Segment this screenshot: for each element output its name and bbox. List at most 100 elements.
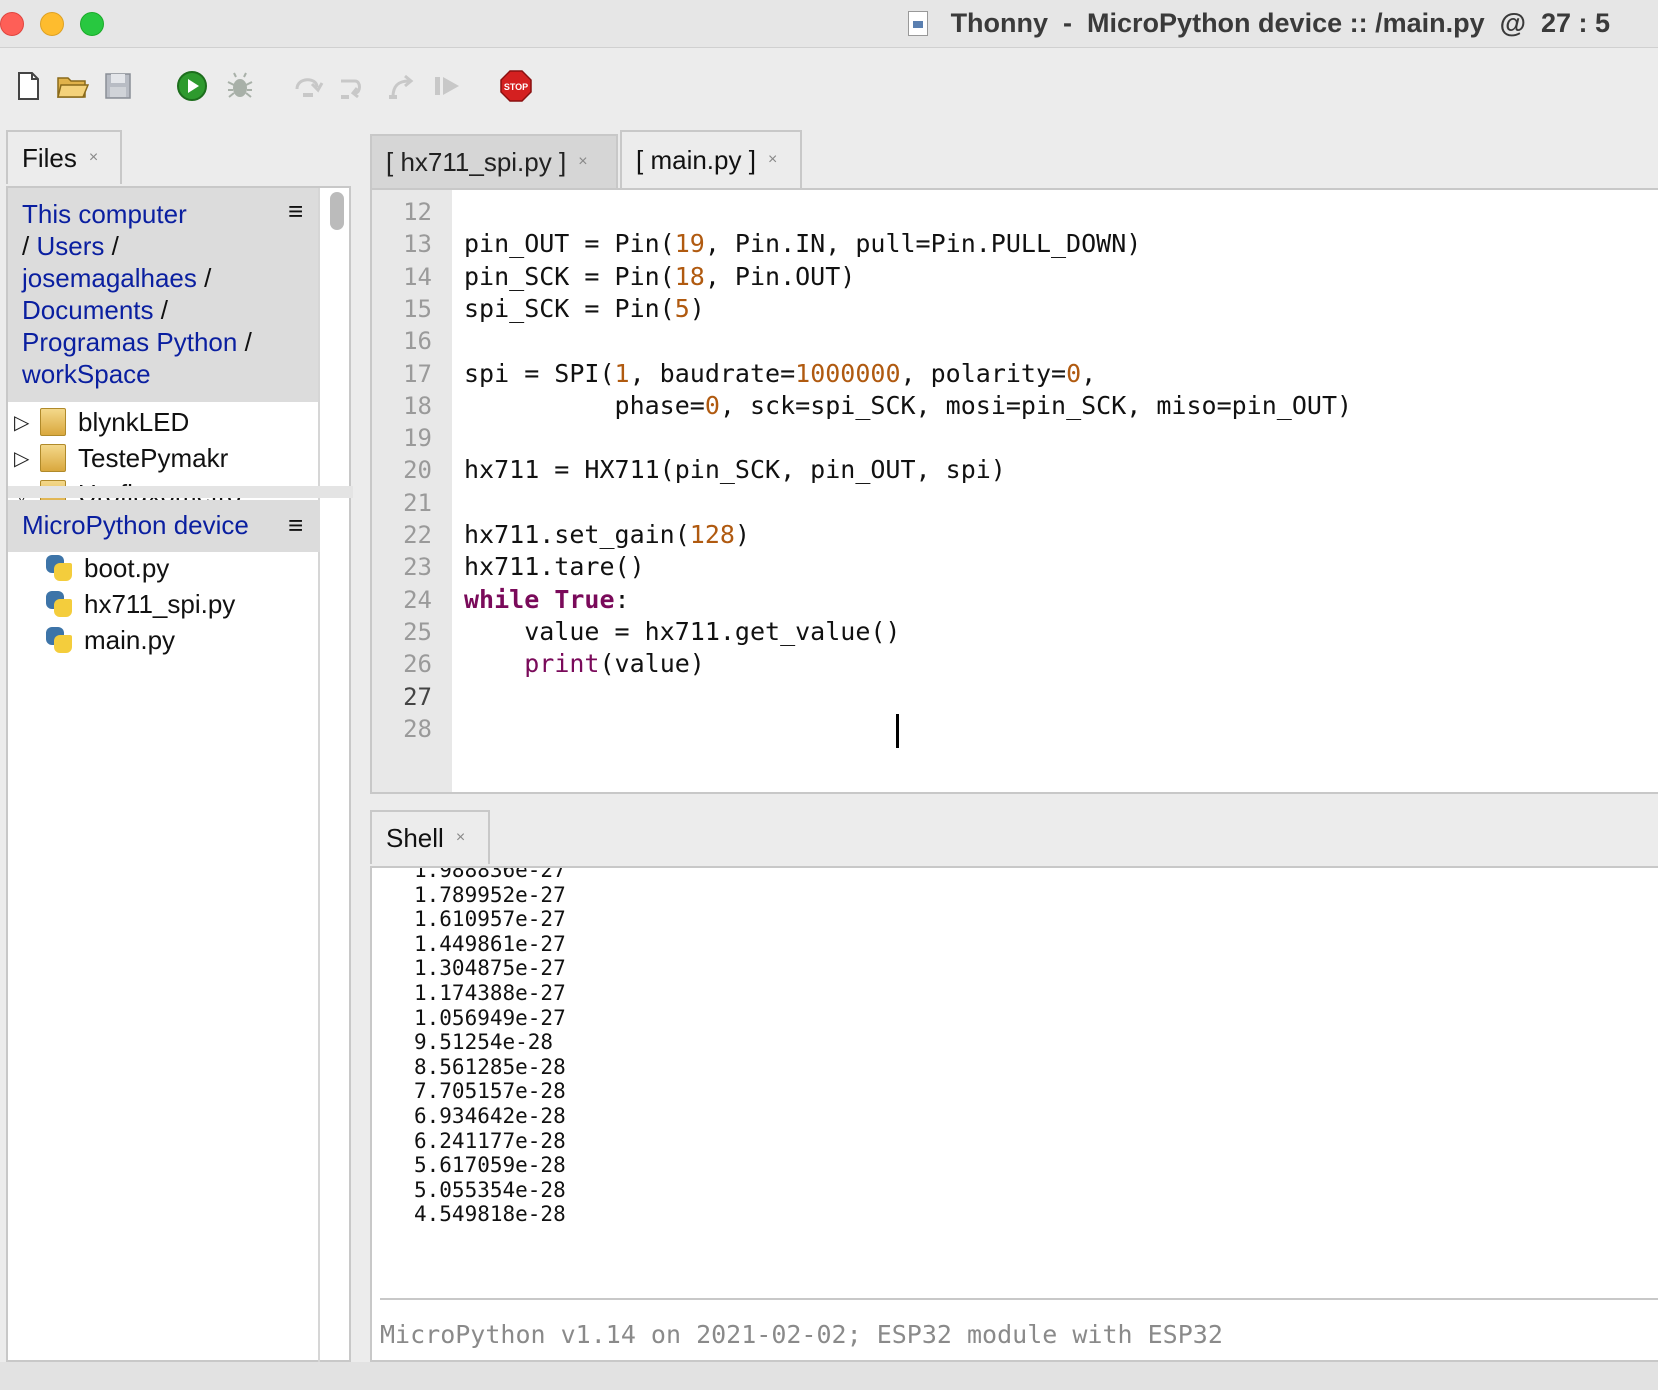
- close-icon[interactable]: ×: [578, 153, 587, 171]
- tab-files-label: Files: [22, 142, 77, 173]
- title-bar: Thonny - MicroPython device :: /main.py …: [0, 0, 1658, 48]
- maximize-window-button[interactable]: [80, 12, 104, 36]
- device-menu-icon[interactable]: ≡: [288, 510, 303, 541]
- minimize-window-button[interactable]: [40, 12, 64, 36]
- tab-label: Shell: [386, 822, 444, 853]
- line-number: 14: [403, 262, 432, 291]
- run-icon: [177, 71, 207, 101]
- code-line: pin_OUT = Pin(19, Pin.IN, pull=Pin.PULL_…: [464, 229, 1142, 259]
- breadcrumb-this-computer[interactable]: This computer: [22, 199, 187, 229]
- file-label: hx711_spi.py: [84, 588, 236, 619]
- tab-main[interactable]: [ main.py ] ×: [620, 130, 802, 188]
- breadcrumb-josemagalhaes[interactable]: josemagalhaes: [22, 263, 197, 293]
- editor-tab-bar: [ hx711_spi.py ] × [ main.py ] ×: [370, 130, 1658, 188]
- save-icon: [105, 73, 131, 99]
- stop-icon: STOP: [500, 70, 532, 102]
- stop-button[interactable]: STOP: [498, 68, 534, 104]
- line-number: 28: [403, 714, 432, 743]
- line-number: 25: [403, 617, 432, 646]
- tab-label: [ main.py ]: [636, 144, 756, 175]
- line-number: 23: [403, 553, 432, 582]
- open-file-button[interactable]: [54, 68, 90, 104]
- resume-button[interactable]: [430, 68, 466, 104]
- debug-button[interactable]: [222, 68, 258, 104]
- tree-item-label: TestePymakr: [78, 442, 229, 473]
- thonny-window: Thonny - MicroPython device :: /main.py …: [0, 0, 1658, 1390]
- shell-output-line: 7.705157e-28: [414, 1079, 566, 1104]
- close-icon[interactable]: ×: [768, 151, 777, 169]
- window-title: Thonny - MicroPython device :: /main.py …: [950, 8, 1610, 38]
- device-file-boot[interactable]: boot.py: [8, 550, 169, 586]
- breadcrumb-workspace[interactable]: workSpace: [22, 359, 151, 389]
- expand-arrow-icon[interactable]: ▷: [14, 410, 30, 435]
- files-scrollbar[interactable]: [330, 192, 344, 230]
- code-line: phase=0, sck=spi_SCK, mosi=pin_SCK, miso…: [464, 390, 1353, 420]
- close-window-button[interactable]: [0, 12, 24, 36]
- new-file-button[interactable]: [10, 68, 46, 104]
- line-number: 20: [403, 456, 432, 485]
- tree-item-blynkled[interactable]: ▷ blynkLED: [8, 404, 189, 440]
- shell-separator: [380, 1298, 1658, 1300]
- run-button[interactable]: [174, 68, 210, 104]
- tab-label: [ hx711_spi.py ]: [386, 146, 567, 177]
- shell-output-line: 9.51254e-28: [414, 1030, 554, 1055]
- shell-output-line: 1.789952e-27: [414, 882, 566, 907]
- shell-output-line: 4.549818e-28: [414, 1202, 566, 1227]
- line-number: 24: [403, 585, 432, 614]
- open-folder-icon: [57, 77, 89, 98]
- device-file-hx711-spi[interactable]: hx711_spi.py: [8, 586, 235, 622]
- step-into-button[interactable]: [336, 68, 372, 104]
- step-over-button[interactable]: [290, 68, 326, 104]
- pane-splitter[interactable]: [8, 486, 353, 498]
- close-icon[interactable]: ×: [89, 149, 98, 167]
- step-out-button[interactable]: [384, 68, 420, 104]
- python-file-icon: [44, 553, 74, 583]
- code-line: spi = SPI(1, baudrate=1000000, polarity=…: [464, 358, 1097, 388]
- code-line: hx711 = HX711(pin_SCK, pin_OUT, spi): [464, 455, 1006, 485]
- shell-output-line: 5.055354e-28: [414, 1177, 566, 1202]
- line-number: 19: [403, 424, 432, 453]
- folder-icon: [40, 444, 66, 472]
- code-editor[interactable]: 12 13 pin_OUT = Pin(19, Pin.IN, pull=Pin.P…: [370, 188, 1658, 794]
- breadcrumb-users[interactable]: Users: [36, 231, 104, 261]
- resume-icon: [435, 77, 459, 95]
- tab-files[interactable]: Files ×: [6, 130, 122, 184]
- code-line: print(value): [524, 649, 705, 679]
- local-path-breadcrumb: This computer / Users / josemagalhaes / …: [8, 188, 320, 402]
- save-button[interactable]: [100, 68, 136, 104]
- shell-output-line: 1.449861e-27: [414, 931, 566, 956]
- line-number: 26: [403, 650, 432, 679]
- tab-shell[interactable]: Shell ×: [370, 810, 490, 864]
- shell-output-line: 1.988836e-27: [414, 866, 566, 882]
- step-over-icon: [295, 78, 324, 97]
- files-body: This computer / Users / josemagalhaes / …: [6, 186, 353, 1364]
- line-number: 16: [403, 327, 432, 356]
- shell-output-line: 6.241177e-28: [414, 1128, 566, 1153]
- line-number: 21: [403, 488, 432, 517]
- shell-panel[interactable]: 1.988836e-27 1.789952e-27 1.610957e-27 1.44…: [370, 866, 1658, 1362]
- shell-output-line: 1.610957e-27: [414, 907, 566, 932]
- device-file-main[interactable]: main.py: [8, 622, 175, 658]
- file-label: main.py: [84, 624, 176, 655]
- tab-hx711-spi[interactable]: [ hx711_spi.py ] ×: [370, 134, 618, 188]
- line-number: 13: [403, 230, 432, 259]
- stop-label: STOP: [504, 82, 528, 92]
- shell-output-line: 5.617059e-28: [414, 1153, 566, 1178]
- line-number: 15: [403, 294, 432, 323]
- text-cursor: [896, 714, 899, 748]
- shell-output-line: 1.174388e-27: [414, 981, 566, 1005]
- tree-item-testepymakr[interactable]: ▷ TestePymakr: [8, 440, 228, 476]
- local-menu-icon[interactable]: ≡: [288, 196, 303, 227]
- device-title[interactable]: MicroPython device: [22, 510, 249, 540]
- new-file-icon: [18, 72, 39, 100]
- code-line: hx711.set_gain(128): [464, 520, 750, 549]
- breadcrumb-programas-python[interactable]: Programas Python: [22, 327, 237, 357]
- expand-arrow-icon[interactable]: ▷: [14, 446, 30, 471]
- step-out-icon: [389, 74, 414, 99]
- line-number: 27: [403, 682, 432, 711]
- breadcrumb-documents[interactable]: Documents: [22, 295, 154, 325]
- shell-output-line: 1.056949e-27: [414, 1005, 566, 1030]
- close-icon[interactable]: ×: [456, 829, 465, 847]
- python-file-icon: [44, 625, 74, 655]
